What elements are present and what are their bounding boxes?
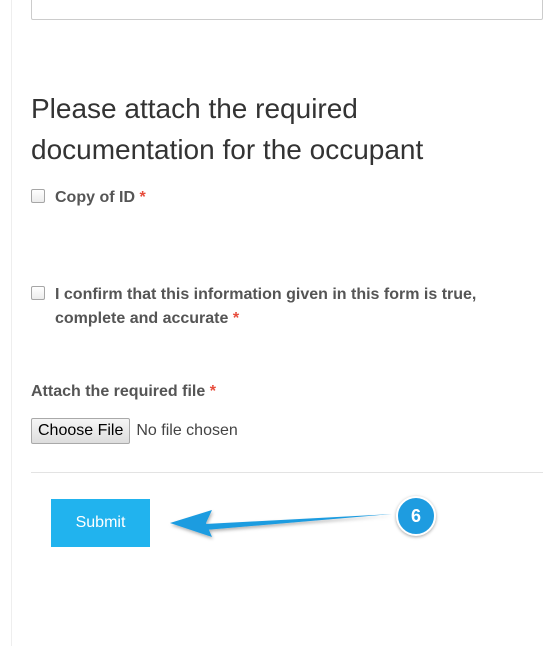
file-status: No file chosen <box>136 422 238 439</box>
previous-input-field[interactable] <box>31 0 543 20</box>
section-heading: Please attach the required documentation… <box>31 93 424 165</box>
choose-file-button[interactable]: Choose File <box>31 418 131 444</box>
attach-file-label: Attach the required file * <box>31 383 216 401</box>
confirm-checkbox[interactable] <box>31 286 45 300</box>
confirm-text: I confirm that this information given in… <box>55 286 477 327</box>
required-asterisk: * <box>139 189 146 206</box>
divider <box>31 472 543 473</box>
required-asterisk: * <box>209 383 216 400</box>
copy-of-id-row[interactable]: Copy of ID * <box>31 186 146 210</box>
copy-of-id-checkbox[interactable] <box>31 189 45 203</box>
confirm-label: I confirm that this information given in… <box>55 283 525 331</box>
container-border <box>11 0 12 646</box>
attach-file-text: Attach the required file <box>31 383 206 400</box>
arrow-icon <box>170 510 392 537</box>
copy-of-id-label: Copy of ID * <box>55 186 146 210</box>
submit-button[interactable]: Submit <box>51 499 150 547</box>
file-input[interactable]: Choose File No file chosen <box>31 418 238 444</box>
copy-of-id-text: Copy of ID <box>55 189 135 206</box>
required-asterisk: * <box>232 310 240 327</box>
confirm-row[interactable]: I confirm that this information given in… <box>31 283 531 331</box>
step-number-badge: 6 <box>396 496 436 536</box>
form-page: Please attach the required documentation… <box>0 0 554 646</box>
